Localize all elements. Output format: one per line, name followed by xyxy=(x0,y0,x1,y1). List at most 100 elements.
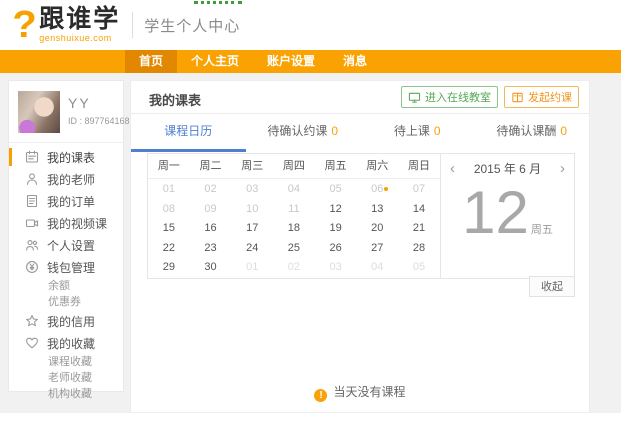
calendar-day-cell[interactable]: 01 xyxy=(148,180,190,200)
sidebar-menu: 我的课表我的老师我的订单我的视频课个人设置钱包管理余额优惠券我的信用我的收藏课程… xyxy=(9,143,123,402)
sidebar-item-orders[interactable]: 我的订单 xyxy=(9,190,123,212)
navbar: 首页个人主页账户设置消息 xyxy=(0,50,621,73)
sidebar-subitem-coupons[interactable]: 优惠券 xyxy=(9,294,123,310)
calendar-day-cell[interactable]: 15 xyxy=(148,219,190,239)
sidebar-item-credit[interactable]: 我的信用 xyxy=(9,310,123,332)
calendar-day-cell[interactable]: 09 xyxy=(190,200,232,220)
weekday-label: 周一 xyxy=(148,154,190,178)
action-buttons: 进入在线教室发起约课 xyxy=(401,86,579,108)
calendar-day-cell[interactable]: 29 xyxy=(148,258,190,278)
initiate-booking-button[interactable]: 发起约课 xyxy=(504,86,579,108)
calendar-day-cell[interactable]: 13 xyxy=(356,200,398,220)
tab-pending-payment[interactable]: 待确认课酬0 xyxy=(475,114,590,152)
tab-count-badge: 0 xyxy=(331,124,338,138)
nav-item-home[interactable]: 首页 xyxy=(125,50,177,73)
avatar xyxy=(18,91,60,133)
sidebar-subitem-teacher-favorites[interactable]: 老师收藏 xyxy=(9,370,123,386)
weekday-label: 周六 xyxy=(356,154,398,178)
sidebar-item-label: 我的视频课 xyxy=(47,215,107,232)
collapse-button[interactable]: 收起 xyxy=(529,276,575,297)
nav-item-account-settings[interactable]: 账户设置 xyxy=(253,50,329,73)
main-header: 我的课表 进入在线教室发起约课 xyxy=(131,81,589,114)
button-label: 进入在线教室 xyxy=(425,89,491,105)
empty-message-row: !当天没有课程 xyxy=(131,383,589,402)
question-mark-logo-icon: ? xyxy=(12,4,36,46)
calendar-day-cell[interactable]: 22 xyxy=(148,239,190,259)
sidebar-subitem-course-favorites[interactable]: 课程收藏 xyxy=(9,354,123,370)
calendar-day-cell[interactable]: 27 xyxy=(356,239,398,259)
calendar-day-cell[interactable]: 18 xyxy=(273,219,315,239)
brand-logo[interactable]: ? 跟谁学 genshuixue.com 学生个人中心 xyxy=(13,4,240,46)
tab-label: 待确认约课 xyxy=(267,124,327,138)
tab-label: 课程日历 xyxy=(164,124,212,138)
calendar-day-cell[interactable]: 28 xyxy=(398,239,440,259)
calendar-day-cell[interactable]: 01 xyxy=(231,258,273,278)
calendar-day-cell[interactable]: 03 xyxy=(315,258,357,278)
calendar-day-cell[interactable]: 17 xyxy=(231,219,273,239)
calendar-day-cell[interactable]: 02 xyxy=(273,258,315,278)
calendar-day-cell[interactable]: 04 xyxy=(273,180,315,200)
user-id: ID : 897764168 xyxy=(68,116,115,126)
calendar-day-cell[interactable]: 11 xyxy=(273,200,315,220)
sidebar-subitem-balance[interactable]: 余额 xyxy=(9,278,123,294)
sidebar-item-label: 我的收藏 xyxy=(47,335,95,352)
sidebar-item-teachers[interactable]: 我的老师 xyxy=(9,168,123,190)
tab-count-badge: 0 xyxy=(434,124,441,138)
profile-settings-icon xyxy=(25,238,39,252)
tabs: 课程日历待确认约课0待上课0待确认课酬0 xyxy=(131,114,589,152)
enter-classroom-button[interactable]: 进入在线教室 xyxy=(401,86,498,108)
heart-icon xyxy=(25,336,39,350)
calendar-day-cell[interactable]: 03 xyxy=(231,180,273,200)
prev-month-button[interactable]: ‹ xyxy=(450,161,455,176)
calendar-day-cell[interactable]: 30 xyxy=(190,258,232,278)
sidebar-item-personal-settings[interactable]: 个人设置 xyxy=(9,234,123,256)
sidebar-item-label: 个人设置 xyxy=(47,237,95,254)
tab-upcoming-classes[interactable]: 待上课 0 xyxy=(360,114,475,152)
sidebar-subitem-institution-favorites[interactable]: 机构收藏 xyxy=(9,386,123,402)
weekday-label: 周五 xyxy=(315,154,357,178)
date-panel: ‹ 2015 年 6 月 › 12周五 收起 xyxy=(441,153,575,279)
sidebar-item-schedule[interactable]: 我的课表 xyxy=(9,146,123,168)
tab-count-badge: 0 xyxy=(560,124,567,138)
monitor-icon xyxy=(408,91,421,104)
user-name: YY xyxy=(68,95,115,111)
calendar-day-cell[interactable]: 21 xyxy=(398,219,440,239)
calendar-day-cell[interactable]: 19 xyxy=(315,219,357,239)
course-dot-indicator xyxy=(384,187,388,191)
calendar-weekday-header: 周一周二周三周四周五周六周日 xyxy=(148,154,440,179)
tab-course-calendar[interactable]: 课程日历 xyxy=(131,114,246,152)
calendar-day-cell[interactable]: 14 xyxy=(398,200,440,220)
next-month-button[interactable]: › xyxy=(560,161,565,176)
orders-icon xyxy=(25,194,39,208)
calendar-day-cell[interactable]: 20 xyxy=(356,219,398,239)
selected-day-number: 12 xyxy=(462,179,529,246)
tab-label: 待上课 xyxy=(394,124,430,138)
sidebar-item-favorites[interactable]: 我的收藏 xyxy=(9,332,123,354)
calendar-day-cell[interactable]: 10 xyxy=(231,200,273,220)
calendar-day-cell[interactable]: 02 xyxy=(190,180,232,200)
sidebar-item-wallet[interactable]: 钱包管理 xyxy=(9,256,123,278)
calendar-day-cell[interactable]: 08 xyxy=(148,200,190,220)
tab-pending-bookings[interactable]: 待确认约课 0 xyxy=(246,114,361,152)
nav-item-messages[interactable]: 消息 xyxy=(329,50,381,73)
calendar-day-cell[interactable]: 06 xyxy=(356,180,398,200)
weekday-label: 周三 xyxy=(231,154,273,178)
video-icon xyxy=(25,216,39,230)
calendar-day-cell[interactable]: 24 xyxy=(231,239,273,259)
calendar-day-cell[interactable]: 26 xyxy=(315,239,357,259)
calendar-day-cell[interactable]: 25 xyxy=(273,239,315,259)
calendar-day-cell[interactable]: 16 xyxy=(190,219,232,239)
sidebar-item-video-courses[interactable]: 我的视频课 xyxy=(9,212,123,234)
star-icon xyxy=(25,314,39,328)
calendar-day-cell[interactable]: 07 xyxy=(398,180,440,200)
booking-icon xyxy=(511,91,524,104)
calendar-day-cell[interactable]: 12 xyxy=(315,200,357,220)
nav-item-personal-homepage[interactable]: 个人主页 xyxy=(177,50,253,73)
calendar-day-cell[interactable]: 04 xyxy=(356,258,398,278)
top-header: ? 跟谁学 genshuixue.com 学生个人中心 xyxy=(0,0,621,50)
logo-text: 跟谁学 xyxy=(39,7,120,32)
calendar-day-cell[interactable]: 23 xyxy=(190,239,232,259)
calendar-day-cell[interactable]: 05 xyxy=(398,258,440,278)
calendar-day-cell[interactable]: 05 xyxy=(315,180,357,200)
sidebar-item-label: 我的信用 xyxy=(47,313,95,330)
